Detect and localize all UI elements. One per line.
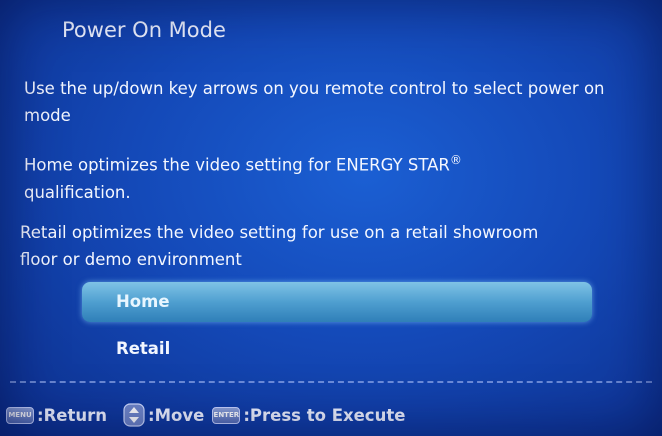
instruction-text: Use the up/down key arrows on you remote… [24,79,605,125]
up-down-arrows-icon [123,403,145,427]
option-retail[interactable]: Retail [82,329,592,369]
footer-hints: MENU :Return :Move ENTER :Press to Execu… [6,401,413,429]
home-description-end: qualification. [24,182,131,202]
move-hint: :Move [148,405,205,425]
registered-mark: ® [449,153,462,167]
execute-hint: :Press to Execute [243,405,406,425]
footer-divider [10,381,652,383]
enter-key-icon: ENTER [212,406,241,424]
return-hint: :Return [37,405,108,425]
page-title: Power On Mode [62,18,226,42]
home-description: Home optimizes the video setting for ENE… [24,147,649,206]
menu-key-icon: MENU [6,406,34,424]
option-home[interactable]: Home [82,282,592,322]
power-on-mode-screen: Power On Mode Use the up/down key arrows… [0,0,662,436]
retail-description: Retail optimizes the video setting for u… [20,223,539,269]
home-description-main: Home optimizes the video setting for ENE… [24,155,450,175]
